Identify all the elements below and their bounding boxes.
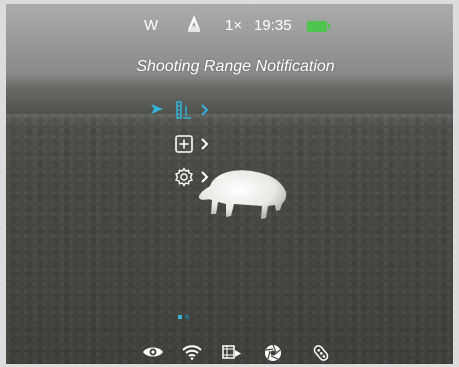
thermal-viewport: W 1× 19:35 Shooting Range Notification xyxy=(6,4,453,364)
rangefinder-icon xyxy=(174,100,194,125)
page-dot xyxy=(185,315,189,319)
wifi-icon[interactable] xyxy=(182,344,202,364)
bottom-icon-bar xyxy=(6,344,453,364)
clock: 19:35 xyxy=(254,17,292,34)
page-dot-active xyxy=(178,315,182,319)
video-record-icon[interactable] xyxy=(221,344,243,364)
mode-label: W xyxy=(144,17,159,34)
remote-icon[interactable] xyxy=(312,344,330,364)
battery-icon xyxy=(307,21,330,32)
aperture-icon[interactable] xyxy=(264,344,282,364)
chevron-right-icon xyxy=(200,137,210,156)
calibration-icon xyxy=(185,15,203,37)
eye-icon[interactable] xyxy=(142,344,164,364)
chevron-right-icon xyxy=(200,103,210,122)
gear-icon xyxy=(174,167,194,192)
zoom-label: 1× xyxy=(225,17,243,34)
ground-texture xyxy=(6,114,453,364)
page-indicator xyxy=(178,306,192,324)
plus-square-icon xyxy=(174,134,194,159)
treeline xyxy=(6,74,453,114)
selection-pointer-icon xyxy=(150,102,164,120)
wild-boar-thermal-image xyxy=(196,164,291,229)
status-bar: W 1× 19:35 xyxy=(6,4,453,44)
notification-text: Shooting Range Notification xyxy=(136,58,335,75)
